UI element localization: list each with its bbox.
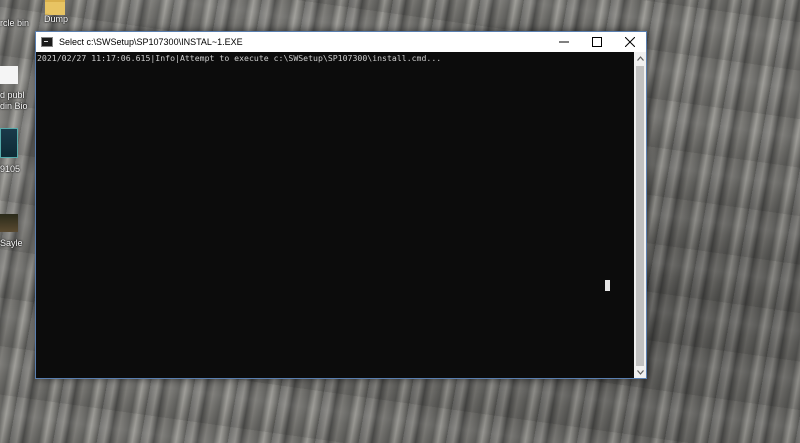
desktop-icon-photo-2[interactable]: Sayle <box>0 214 32 250</box>
minimize-button[interactable] <box>547 32 580 52</box>
text-cursor <box>605 280 610 291</box>
vertical-scrollbar[interactable] <box>634 52 646 378</box>
desktop-icon-dump-folder[interactable]: Dump <box>40 0 70 28</box>
window-title: Select c:\SWSetup\SP107300\INSTAL~1.EXE <box>59 37 243 47</box>
console-line: 2021/02/27 11:17:06.615|Info|Attempt to … <box>37 53 442 63</box>
dump-folder-label: Dump <box>44 14 69 24</box>
scroll-down-button[interactable] <box>634 366 646 378</box>
document-label-2: din Bio <box>0 101 28 111</box>
photo-2-label: Sayle <box>0 238 23 248</box>
desktop-icon-photo-1[interactable]: 9105 <box>0 128 32 174</box>
console-window[interactable]: Select c:\SWSetup\SP107300\INSTAL~1.EXE … <box>35 31 647 379</box>
close-icon <box>624 37 635 47</box>
document-label-1: d publ <box>0 90 25 100</box>
scroll-up-button[interactable] <box>634 52 646 64</box>
desktop-icon-document[interactable]: d publ din Bio <box>0 66 30 112</box>
maximize-button[interactable] <box>580 32 613 52</box>
image-thumbnail-icon <box>0 128 18 158</box>
maximize-icon <box>591 37 602 47</box>
minimize-icon <box>558 41 569 43</box>
folder-icon <box>45 0 65 15</box>
chevron-up-icon <box>636 55 644 61</box>
window-controls <box>547 32 646 52</box>
console-app-icon[interactable] <box>41 37 53 47</box>
recycle-bin-label: rcle bin <box>0 18 30 28</box>
image-thumbnail-icon <box>0 214 18 232</box>
photo-1-label: 9105 <box>0 164 21 174</box>
desktop-icon-recycle-bin[interactable]: rcle bin <box>0 4 30 28</box>
console-output[interactable]: 2021/02/27 11:17:06.615|Info|Attempt to … <box>36 52 634 378</box>
document-icon <box>0 66 18 84</box>
title-bar[interactable]: Select c:\SWSetup\SP107300\INSTAL~1.EXE <box>36 32 646 52</box>
scrollbar-thumb[interactable] <box>636 66 644 366</box>
close-button[interactable] <box>613 32 646 52</box>
chevron-down-icon <box>636 369 644 375</box>
